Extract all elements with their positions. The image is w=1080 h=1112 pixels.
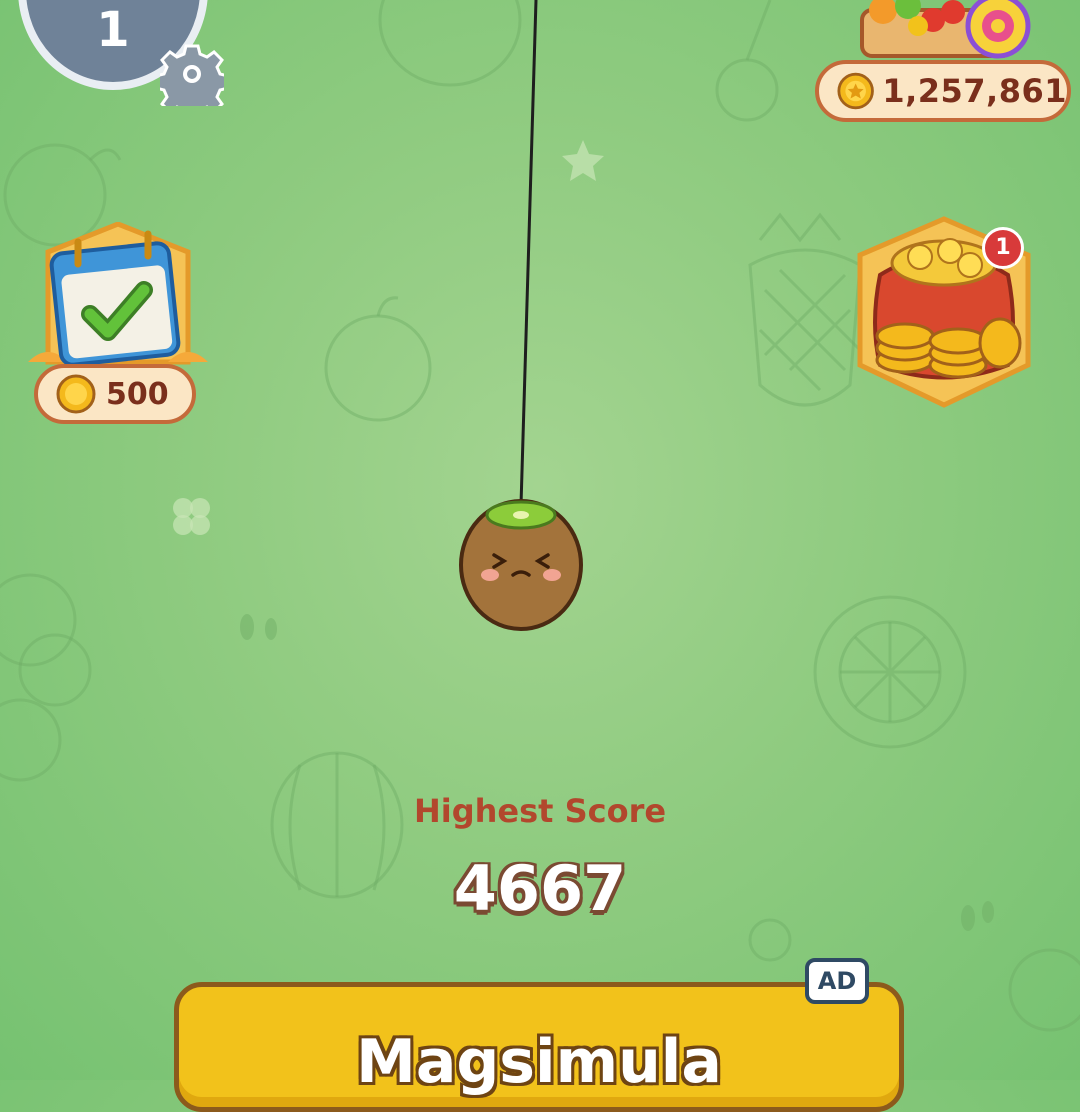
highest-score-label: Highest Score [413, 792, 667, 830]
drop-guide-line [519, 0, 538, 506]
restart-button-label: Magsimula [356, 1027, 722, 1097]
ad-badge: AD [805, 958, 869, 1004]
restart-button[interactable]: Magsimula [174, 982, 904, 1112]
highest-score-value: 4667 [453, 852, 627, 925]
kiwi-fruit[interactable] [458, 497, 584, 631]
